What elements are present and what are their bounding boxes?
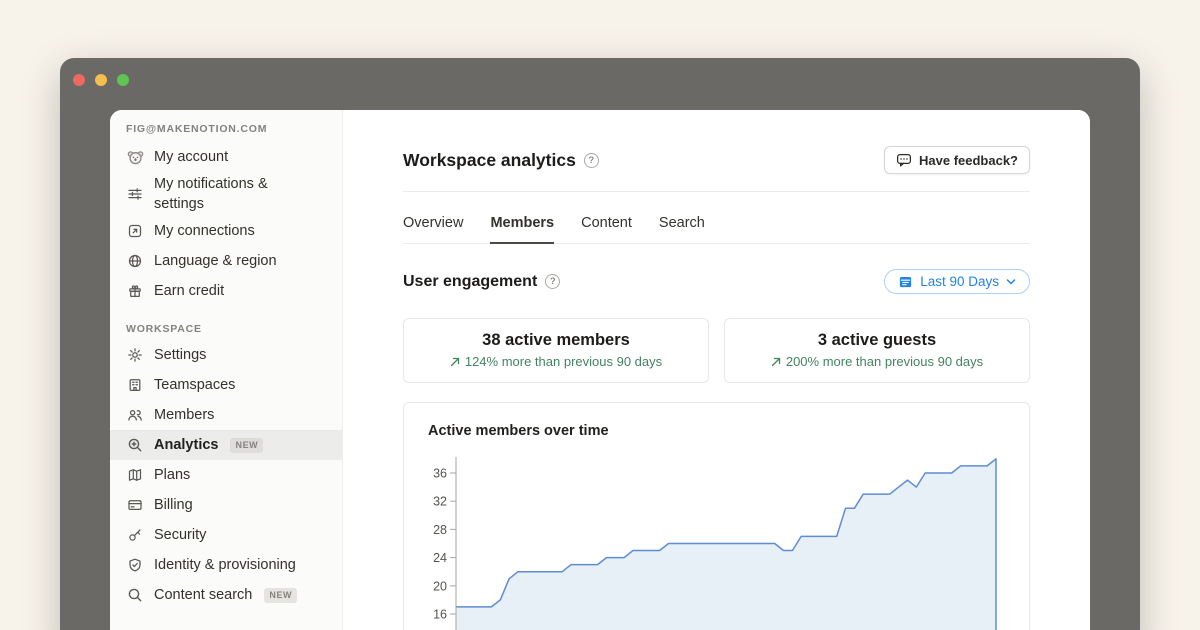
new-badge: NEW bbox=[230, 438, 263, 453]
sidebar-item-label: Earn credit bbox=[154, 283, 224, 299]
gear-icon bbox=[126, 346, 144, 364]
sliders-icon bbox=[126, 185, 144, 203]
map-icon bbox=[126, 466, 144, 484]
globe-icon bbox=[126, 252, 144, 270]
active-guests-card: 3 active guests 200% more than previous … bbox=[724, 318, 1030, 383]
sidebar-item-language-region[interactable]: Language & region bbox=[110, 246, 342, 276]
window-titlebar bbox=[60, 58, 1140, 110]
sidebar-item-plans[interactable]: Plans bbox=[110, 460, 342, 490]
sidebar-item-notifications-settings[interactable]: My notifications & settings bbox=[110, 172, 342, 216]
active-members-chart: 36 32 28 24 20 16 bbox=[428, 451, 1005, 630]
credit-card-icon bbox=[126, 496, 144, 514]
tab-members[interactable]: Members bbox=[490, 215, 554, 244]
sidebar-item-label: Plans bbox=[154, 467, 190, 483]
stat-delta: 124% more than previous 90 days bbox=[412, 354, 700, 369]
new-badge: NEW bbox=[264, 588, 297, 603]
date-range-dropdown[interactable]: Last 90 Days bbox=[884, 269, 1030, 294]
sidebar-item-label: My account bbox=[154, 149, 228, 165]
sidebar-item-label: Identity & provisioning bbox=[154, 557, 296, 573]
svg-text:20: 20 bbox=[433, 579, 447, 593]
settings-content: Workspace analytics ? Have bbox=[343, 110, 1090, 630]
active-members-chart-card: Active members over time 36 32 28 24 20 16 bbox=[403, 402, 1030, 630]
sidebar-item-identity-provisioning[interactable]: Identity & provisioning bbox=[110, 550, 342, 580]
chart-title: Active members over time bbox=[428, 423, 1005, 439]
svg-text:16: 16 bbox=[433, 608, 447, 622]
tab-content[interactable]: Content bbox=[581, 215, 632, 243]
account-email-label: FIG@MAKENOTION.COM bbox=[126, 123, 342, 135]
magnifier-plus-icon bbox=[126, 436, 144, 454]
magnifier-icon bbox=[126, 586, 144, 604]
app-window: FIG@MAKENOTION.COM My account bbox=[60, 58, 1140, 630]
have-feedback-button[interactable]: Have feedback? bbox=[884, 146, 1030, 174]
minimize-window-button[interactable] bbox=[95, 74, 107, 86]
analytics-header: Workspace analytics ? Have bbox=[403, 146, 1030, 174]
stat-value: 38 active members bbox=[412, 331, 700, 350]
gift-icon bbox=[126, 282, 144, 300]
zoom-window-button[interactable] bbox=[117, 74, 129, 86]
shield-check-icon bbox=[126, 556, 144, 574]
sidebar-item-label: Language & region bbox=[154, 253, 277, 269]
active-members-card: 38 active members 124% more than previou… bbox=[403, 318, 709, 383]
sidebar-item-my-connections[interactable]: My connections bbox=[110, 216, 342, 246]
sidebar-item-label: Security bbox=[154, 527, 206, 543]
sidebar-item-earn-credit[interactable]: Earn credit bbox=[110, 276, 342, 306]
svg-text:32: 32 bbox=[433, 495, 447, 509]
have-feedback-label: Have feedback? bbox=[919, 153, 1018, 168]
analytics-tabs: Overview Members Content Search bbox=[403, 192, 1030, 244]
sidebar-item-settings[interactable]: Settings bbox=[110, 340, 342, 370]
key-icon bbox=[126, 526, 144, 544]
settings-sidebar: FIG@MAKENOTION.COM My account bbox=[110, 110, 343, 630]
sidebar-item-label: Analytics bbox=[154, 437, 218, 453]
sidebar-item-label: Settings bbox=[154, 347, 206, 363]
speech-bubble-icon bbox=[896, 152, 912, 168]
close-window-button[interactable] bbox=[73, 74, 85, 86]
arrow-up-right-icon bbox=[450, 357, 460, 367]
sidebar-item-label: Content search bbox=[154, 587, 252, 603]
section-title: User engagement bbox=[403, 273, 537, 291]
workspace-section-label: WORKSPACE bbox=[126, 323, 342, 335]
page-title: Workspace analytics bbox=[403, 150, 576, 171]
tab-search[interactable]: Search bbox=[659, 215, 705, 243]
stat-cards-row: 38 active members 124% more than previou… bbox=[403, 318, 1030, 383]
chevron-down-icon bbox=[1006, 278, 1016, 286]
people-icon bbox=[126, 406, 144, 424]
settings-dialog: FIG@MAKENOTION.COM My account bbox=[110, 110, 1090, 630]
tab-overview[interactable]: Overview bbox=[403, 215, 463, 243]
arrow-up-right-icon bbox=[771, 357, 781, 367]
sidebar-item-my-account[interactable]: My account bbox=[110, 142, 342, 172]
chart-area: 36 32 28 24 20 16 bbox=[428, 451, 1005, 630]
user-engagement-header: User engagement ? bbox=[403, 269, 1030, 294]
page-background: FIG@MAKENOTION.COM My account bbox=[0, 0, 1200, 630]
help-icon[interactable]: ? bbox=[584, 153, 599, 168]
sidebar-item-label: Billing bbox=[154, 497, 193, 513]
calendar-icon bbox=[898, 274, 913, 289]
stat-value: 3 active guests bbox=[733, 331, 1021, 350]
sidebar-item-members[interactable]: Members bbox=[110, 400, 342, 430]
sidebar-item-label: My notifications & settings bbox=[154, 174, 312, 214]
svg-text:24: 24 bbox=[433, 551, 447, 565]
building-icon bbox=[126, 376, 144, 394]
avatar bbox=[126, 148, 144, 166]
sidebar-item-label: My connections bbox=[154, 223, 255, 239]
help-icon[interactable]: ? bbox=[545, 274, 560, 289]
svg-text:36: 36 bbox=[433, 467, 447, 481]
arrow-up-right-box-icon bbox=[126, 222, 144, 240]
sidebar-item-content-search[interactable]: Content search NEW bbox=[110, 580, 342, 610]
sidebar-item-label: Teamspaces bbox=[154, 377, 235, 393]
sidebar-item-security[interactable]: Security bbox=[110, 520, 342, 550]
sidebar-item-analytics[interactable]: Analytics NEW bbox=[110, 430, 342, 460]
sidebar-item-teamspaces[interactable]: Teamspaces bbox=[110, 370, 342, 400]
stat-delta: 200% more than previous 90 days bbox=[733, 354, 1021, 369]
sidebar-item-label: Members bbox=[154, 407, 214, 423]
date-range-label: Last 90 Days bbox=[920, 274, 999, 289]
svg-text:28: 28 bbox=[433, 523, 447, 537]
sidebar-item-billing[interactable]: Billing bbox=[110, 490, 342, 520]
